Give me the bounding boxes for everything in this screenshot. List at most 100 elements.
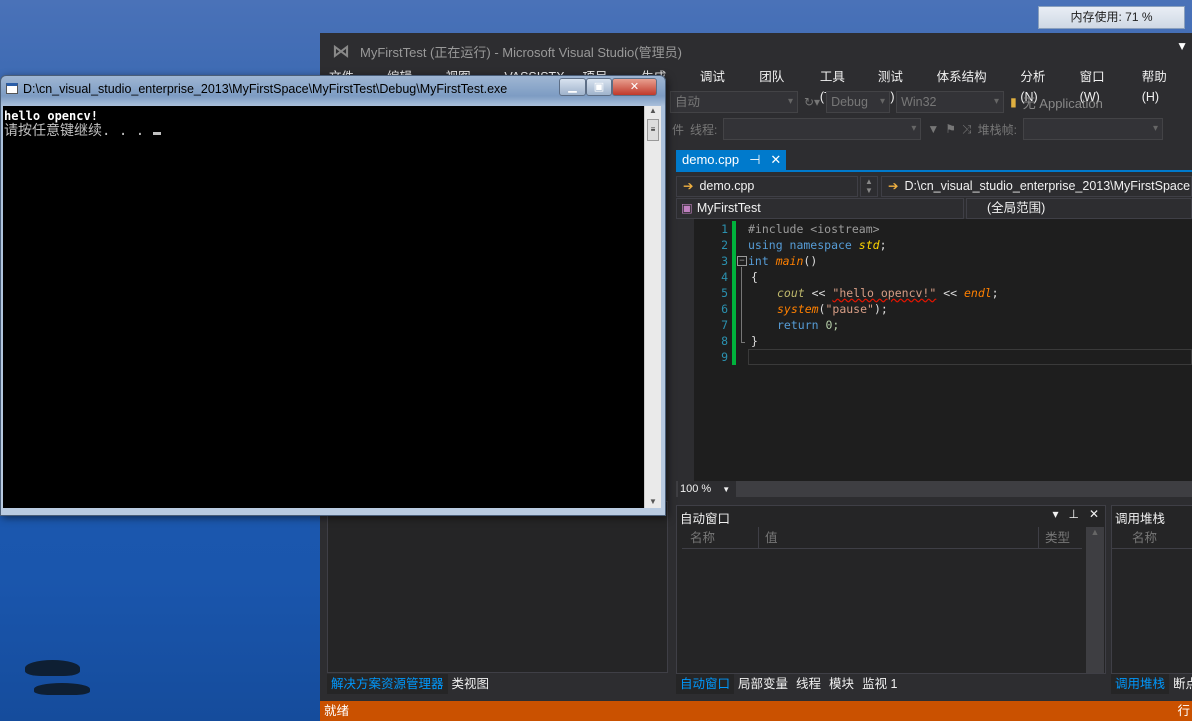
code-line: {: [751, 269, 758, 285]
scroll-down-icon[interactable]: ▼: [645, 497, 661, 506]
platform-dropdown[interactable]: Win32: [896, 91, 1005, 113]
tab-watch-1[interactable]: 监视 1: [858, 674, 901, 694]
column-type[interactable]: 类型: [1038, 527, 1070, 549]
scope-nav-dropdown[interactable]: (全局范围): [966, 198, 1192, 219]
code-editor[interactable]: 1 2 3 4 5 6 7 8 9 − #include <iostream> …: [676, 219, 1192, 481]
process-label: 件: [672, 122, 685, 137]
tab-modules[interactable]: 模块: [825, 674, 858, 694]
line-number: 3: [721, 254, 728, 268]
code-token: );: [873, 302, 888, 316]
tab-breakpoints[interactable]: 断点: [1169, 674, 1192, 694]
code-line: int main(): [748, 253, 817, 269]
flag-icon[interactable]: ⚑: [945, 122, 956, 136]
quick-launch-icon[interactable]: ▼: [1176, 39, 1188, 53]
close-button[interactable]: ✕: [612, 78, 657, 96]
call-stack-tabs: 调用堆栈 断点: [1111, 674, 1192, 694]
line-number: 5: [721, 286, 728, 300]
code-token: {: [751, 270, 758, 284]
tab-label: demo.cpp: [682, 152, 740, 167]
minimize-button[interactable]: ▁: [559, 78, 586, 96]
refresh-icon[interactable]: ↻▾: [804, 95, 820, 109]
title-bar: ⋈ MyFirstTest (正在运行) - Microsoft Visual …: [332, 41, 682, 61]
code-token: (): [803, 254, 818, 268]
tab-autos[interactable]: 自动窗口: [676, 674, 735, 694]
close-icon[interactable]: ✕: [770, 150, 781, 170]
maximize-button[interactable]: ▣: [586, 78, 612, 96]
menu-help[interactable]: 帮助(H): [1133, 67, 1192, 104]
tab-call-stack[interactable]: 调用堆栈: [1111, 674, 1170, 694]
desktop-rock: [34, 683, 90, 695]
stack-frame-label: 堆栈帧:: [977, 122, 1017, 137]
code-token: system: [777, 302, 819, 316]
project-nav-dropdown[interactable]: ▣ MyFirstTest: [676, 198, 964, 219]
application-insights-button[interactable]: 无 Application: [1023, 93, 1103, 112]
console-scrollbar[interactable]: ▲ ≡ ▼: [644, 106, 661, 508]
scroll-thumb[interactable]: ≡: [647, 119, 659, 141]
console-window: D:\cn_visual_studio_enterprise_2013\MyFi…: [0, 75, 666, 516]
zoom-dropdown[interactable]: 100 % ▼: [678, 481, 736, 497]
line-number: 7: [721, 318, 728, 332]
path-nav-dropdown[interactable]: ➔ D:\cn_visual_studio_enterprise_2013\MyF…: [881, 176, 1192, 197]
column-name[interactable]: 名称: [1112, 527, 1192, 549]
line-number: 8: [721, 334, 728, 348]
thread-dropdown[interactable]: [723, 118, 922, 140]
dropdown-icon[interactable]: ▾: [1052, 507, 1058, 521]
thread-label: 线程:: [690, 122, 718, 137]
status-line: 行: [1177, 704, 1190, 718]
stack-frame-icon[interactable]: ⤨: [962, 122, 972, 137]
collapse-icon[interactable]: −: [737, 256, 747, 266]
tab-demo-cpp[interactable]: demo.cpp ⊣ ✕: [676, 150, 786, 170]
call-stack-window: 调用堆栈 名称: [1111, 505, 1192, 674]
tab-threads[interactable]: 线程: [792, 674, 825, 694]
autos-header: 名称 值 类型: [682, 527, 1082, 549]
scroll-up-icon[interactable]: ▲: [645, 106, 661, 115]
code-line: #include <iostream>: [748, 221, 880, 237]
editor-bottom-bar: 100 % ▼: [676, 481, 1192, 497]
menu-architecture[interactable]: 体系结构(C): [928, 67, 1012, 104]
code-token: main: [775, 254, 804, 268]
desktop-rock: [25, 660, 80, 676]
code-token: #include <iostream>: [748, 222, 880, 236]
menu-team[interactable]: 团队(M): [750, 67, 811, 104]
memory-usage-widget: 内存使用: 71 %: [1038, 6, 1185, 29]
code-token: <<: [936, 286, 964, 300]
code-token: ;: [879, 238, 887, 252]
column-name[interactable]: 名称: [690, 527, 715, 549]
code-line: }: [751, 333, 758, 349]
code-token: "pause": [825, 302, 874, 316]
menu-analyze[interactable]: 分析(N): [1011, 67, 1070, 104]
find-in-files-icon[interactable]: ▮: [1010, 95, 1017, 109]
code-token: cout: [777, 286, 805, 300]
vs-logo-icon: ⋈: [332, 40, 350, 61]
project-icon: ▣: [681, 201, 693, 215]
pin-icon[interactable]: ⊣: [749, 150, 760, 170]
line-number: 2: [721, 238, 728, 252]
nav-updown-icon[interactable]: ▲ ▼: [860, 176, 878, 197]
menu-test[interactable]: 测试(S): [869, 67, 928, 104]
console-line: hello opencv!: [4, 109, 98, 123]
autos-scrollbar[interactable]: ▲: [1086, 527, 1104, 673]
console-prompt: 请按任意键继续. . .: [4, 123, 153, 139]
console-app-icon: [6, 83, 18, 94]
stack-frame-dropdown[interactable]: [1022, 118, 1163, 140]
pin-icon[interactable]: ⊥: [1068, 507, 1078, 521]
autos-tabs: 自动窗口 局部变量 线程 模块 监视 1: [676, 674, 902, 694]
console-output[interactable]: hello opencv! 请按任意键继续. . .: [3, 106, 644, 508]
menu-window[interactable]: 窗口(W): [1071, 67, 1133, 104]
code-line: using namespace std;: [748, 237, 887, 253]
debug-location-toolbar: 件 线程: ▼ ⚑ ⤨ 堆栈帧:: [672, 117, 1163, 141]
tab-locals[interactable]: 局部变量: [734, 674, 792, 694]
menu-tools[interactable]: 工具(T): [811, 67, 869, 104]
tab-class-view[interactable]: 类视图: [448, 674, 494, 694]
config-dropdown[interactable]: Debug: [826, 91, 891, 113]
tab-solution-explorer[interactable]: 解决方案资源管理器: [327, 674, 448, 694]
menu-debug[interactable]: 调试(D): [691, 67, 750, 104]
close-icon[interactable]: ✕: [1089, 507, 1099, 521]
code-token: 0;: [825, 318, 840, 332]
code-line: system("pause");: [777, 301, 888, 317]
filter-icon[interactable]: ▼: [927, 122, 939, 136]
file-nav-dropdown[interactable]: ➔ demo.cpp: [676, 176, 858, 197]
column-value[interactable]: 值: [758, 527, 778, 549]
solution-config-dropdown[interactable]: 自动: [670, 91, 798, 113]
status-bar: 就绪 行: [320, 701, 1192, 721]
